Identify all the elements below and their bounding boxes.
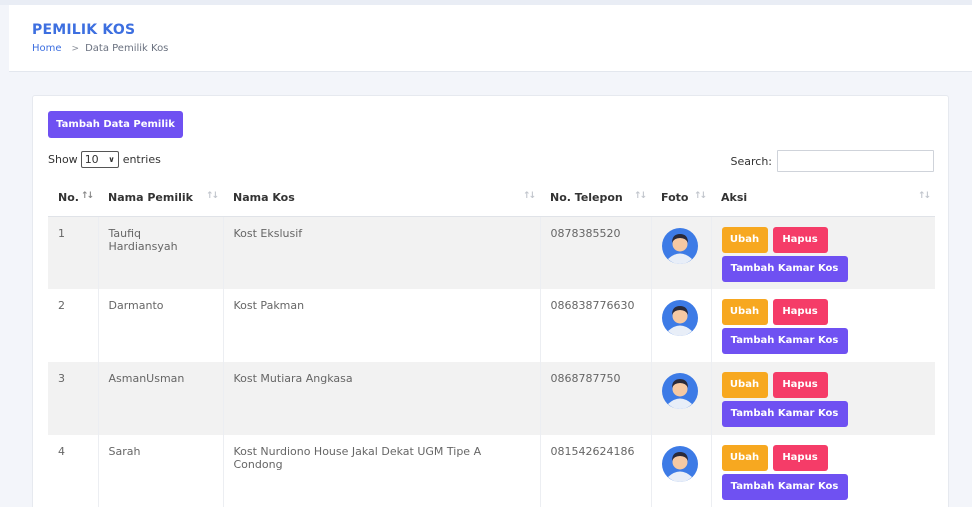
- search-label: Search:: [730, 154, 773, 168]
- action-row: Ubah Hapus: [721, 299, 926, 325]
- breadcrumb-home-link[interactable]: Home: [32, 43, 62, 54]
- column-header-foto[interactable]: Foto ↑↓: [651, 180, 711, 217]
- entries-select-value: 10: [84, 153, 99, 166]
- cell-no-telepon: 0878385520: [539, 216, 651, 289]
- cell-foto: [650, 216, 711, 289]
- breadcrumb-current: Data Pemilik Kos: [85, 43, 169, 54]
- user-avatar-icon: [661, 373, 698, 409]
- column-header-nama-pemilik[interactable]: Nama Pemilik ↑↓: [98, 180, 223, 217]
- entries-select[interactable]: 10 ∨: [80, 151, 119, 168]
- cell-nama-kos: Kost Nurdiono House Jakal Dekat UGM Tipe…: [222, 435, 540, 507]
- show-entries: Show 10 ∨ entries: [48, 151, 161, 168]
- cell-no: 4: [48, 435, 98, 507]
- cell-no: 2: [48, 289, 98, 362]
- cell-no-telepon: 0868787750: [539, 362, 651, 435]
- data-card: Tambah Data Pemilik Show 10 ∨ entries Se…: [32, 95, 949, 507]
- sort-arrows-icon: ↑↓: [917, 191, 931, 201]
- search-input[interactable]: [777, 150, 934, 172]
- cell-nama-pemilik: Taufiq Hardiansyah: [97, 216, 223, 289]
- cell-nama-kos: Kost Mutiara Angkasa: [222, 362, 540, 435]
- breadcrumb: Home > Data Pemilik Kos: [32, 43, 168, 54]
- add-room-button[interactable]: Tambah Kamar Kos: [721, 255, 848, 282]
- action-row: Ubah Hapus: [721, 445, 926, 471]
- cell-nama-pemilik: Darmanto: [97, 289, 223, 362]
- delete-button[interactable]: Hapus: [772, 299, 828, 325]
- show-label: Show: [48, 153, 78, 166]
- table-header-row: No. ↑↓ Nama Pemilik ↑↓ Nama Kos ↑↓ No. Tele…: [48, 180, 935, 217]
- cell-foto: [650, 435, 711, 507]
- cell-nama-kos: Kost Pakman: [222, 289, 540, 362]
- user-avatar-icon: [661, 300, 698, 336]
- cell-nama-kos: Kost Ekslusif: [222, 216, 540, 289]
- edit-button[interactable]: Ubah: [721, 445, 768, 471]
- add-room-button[interactable]: Tambah Kamar Kos: [721, 474, 848, 500]
- cell-no-telepon: 086838776630: [539, 289, 651, 362]
- delete-button[interactable]: Hapus: [772, 445, 828, 471]
- action-row: Ubah Hapus: [721, 226, 926, 253]
- breadcrumb-separator: >: [71, 43, 80, 54]
- sort-arrows-icon: ↑↓: [633, 191, 647, 201]
- cell-no: 1: [48, 216, 98, 289]
- column-header-no[interactable]: No. ↑↓: [48, 180, 98, 217]
- add-owner-button[interactable]: Tambah Data Pemilik: [48, 111, 183, 138]
- table-row: 3 AsmanUsman Kost Mutiara Angkasa 086878…: [48, 362, 935, 435]
- cell-aksi: Ubah Hapus Tambah Kamar Kos: [710, 289, 935, 362]
- column-header-no-telepon[interactable]: No. Telepon ↑↓: [540, 180, 651, 217]
- sort-arrows-icon: ↑↓: [205, 191, 219, 201]
- cell-aksi: Ubah Hapus Tambah Kamar Kos: [710, 216, 935, 289]
- table-row: 2 Darmanto Kost Pakman 086838776630 Ubah: [48, 289, 935, 362]
- user-avatar-icon: [661, 446, 698, 482]
- entries-suffix: entries: [122, 153, 161, 166]
- column-header-nama-kos[interactable]: Nama Kos ↑↓: [223, 180, 540, 217]
- add-room-button[interactable]: Tambah Kamar Kos: [721, 401, 848, 427]
- add-room-button[interactable]: Tambah Kamar Kos: [721, 328, 848, 354]
- cell-no-telepon: 081542624186: [539, 435, 651, 507]
- edit-button[interactable]: Ubah: [721, 372, 768, 398]
- user-avatar-icon: [661, 227, 698, 264]
- cell-foto: [650, 362, 711, 435]
- edit-button[interactable]: Ubah: [721, 226, 768, 253]
- owners-table: No. ↑↓ Nama Pemilik ↑↓ Nama Kos ↑↓ No. Tele…: [48, 180, 935, 507]
- sort-arrows-icon: ↑↓: [693, 191, 707, 201]
- table-row: 4 Sarah Kost Nurdiono House Jakal Dekat …: [48, 435, 935, 507]
- cell-aksi: Ubah Hapus Tambah Kamar Kos: [710, 362, 935, 435]
- cell-foto: [650, 289, 711, 362]
- chevron-down-icon: ∨: [108, 155, 115, 164]
- cell-nama-pemilik: AsmanUsman: [97, 362, 223, 435]
- cell-aksi: Ubah Hapus Tambah Kamar Kos: [710, 435, 935, 507]
- delete-button[interactable]: Hapus: [772, 372, 828, 398]
- sort-arrows-icon: ↑↓: [522, 191, 536, 201]
- page-title: PEMILIK KOS: [32, 22, 136, 38]
- sort-arrows-icon: ↑↓: [80, 191, 94, 201]
- cell-no: 3: [48, 362, 98, 435]
- action-row: Ubah Hapus: [721, 372, 926, 398]
- delete-button[interactable]: Hapus: [772, 226, 828, 253]
- column-header-aksi[interactable]: Aksi ↑↓: [711, 180, 935, 217]
- table-row: 1 Taufiq Hardiansyah Kost Ekslusif 08783…: [48, 216, 935, 289]
- page-header: PEMILIK KOS Home > Data Pemilik Kos: [9, 5, 972, 72]
- search-group: Search:: [730, 150, 934, 172]
- cell-nama-pemilik: Sarah: [97, 435, 223, 507]
- edit-button[interactable]: Ubah: [721, 299, 768, 325]
